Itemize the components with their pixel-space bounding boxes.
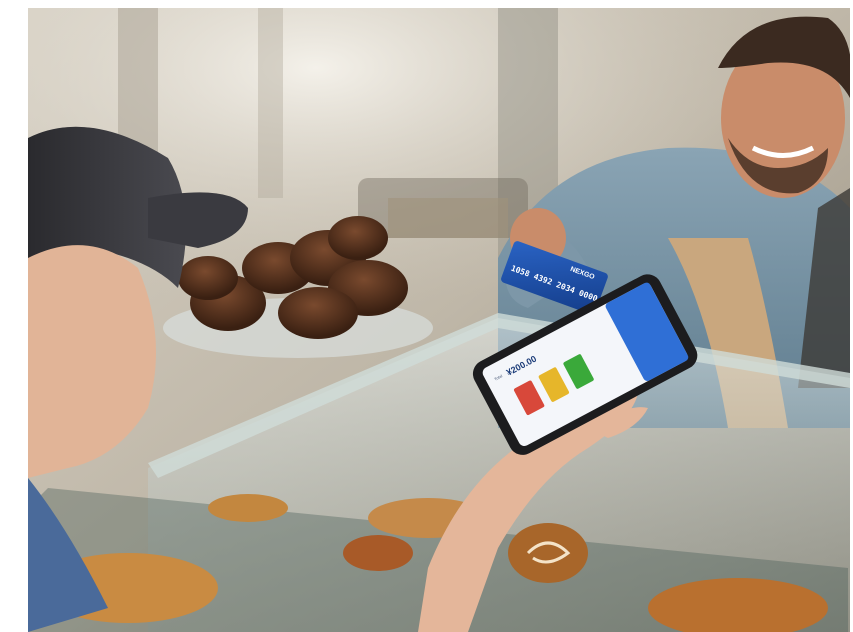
bakery-payment-photo: NEXGO 1058 4392 2034 0000 Total ¥200.00 xyxy=(28,8,850,632)
